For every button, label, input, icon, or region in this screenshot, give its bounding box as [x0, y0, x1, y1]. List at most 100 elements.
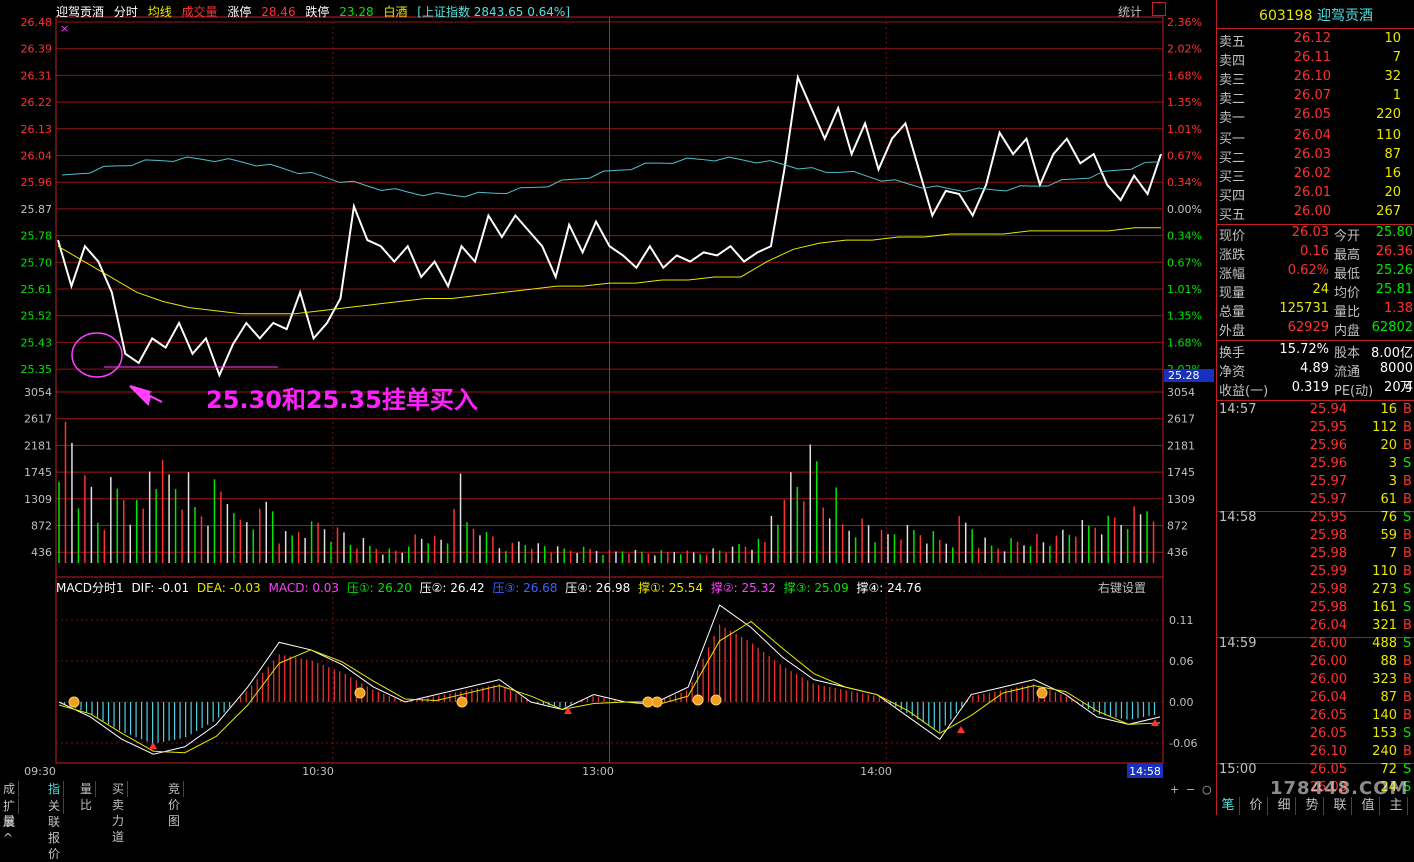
sell-volume: 10	[1384, 31, 1401, 46]
volume-tick-label: 872	[1167, 520, 1188, 533]
panel-tab-6[interactable]: 值	[1357, 797, 1380, 815]
tick-row[interactable]: 26.05 140 B	[1217, 708, 1414, 726]
tick-volume: 112	[1372, 420, 1397, 435]
close-icon[interactable]	[1152, 2, 1166, 16]
avg-line-label: 均线	[147, 5, 172, 19]
quote-row: 现量 24 均价 25.81	[1217, 282, 1414, 301]
tick-side: B	[1403, 708, 1412, 723]
panel-tab-5[interactable]: 联	[1329, 797, 1352, 815]
tick-row[interactable]: 25.98 161 S	[1217, 600, 1414, 618]
panel-tab-7[interactable]: 主	[1385, 797, 1408, 815]
panel-tab-4[interactable]: 势	[1301, 797, 1324, 815]
tick-side: B	[1403, 438, 1412, 453]
tick-row[interactable]: 25.99 110 B	[1217, 564, 1414, 582]
info-value: 8.00亿	[1371, 346, 1413, 361]
tick-row[interactable]: 26.05 153 S	[1217, 726, 1414, 744]
macd-ya4: 压④: 26.98	[565, 581, 631, 595]
annotation-arrow-icon	[129, 385, 163, 406]
tick-volume: 240	[1372, 744, 1397, 759]
tick-row[interactable]: 25.96 3 S	[1217, 456, 1414, 474]
info-row: 净资 4.89 流通 8000万	[1217, 361, 1414, 395]
volume-tick-label: 1309	[24, 493, 52, 506]
quote-value: 24	[1312, 282, 1329, 297]
tick-row[interactable]: 25.98 7 B	[1217, 546, 1414, 564]
tick-side: S	[1403, 726, 1412, 741]
tick-row[interactable]: 26.10 240 B	[1217, 744, 1414, 762]
tick-row[interactable]: 26.00 88 B	[1217, 654, 1414, 672]
intraday-chart[interactable]: 26.48 2.36% 26.39 2.02% 26.31 1.68% 26.22 1.35%…	[0, 0, 1216, 780]
tick-row[interactable]: 25.97 3 B	[1217, 474, 1414, 492]
volume-tick-label: 1309	[1167, 493, 1195, 506]
tick-row[interactable]: 25.97 61 B	[1217, 492, 1414, 510]
buy-level-4[interactable]: 买四 26.01 20	[1217, 185, 1414, 204]
tab-indicator[interactable]: 指标	[45, 781, 65, 812]
sell-level-3[interactable]: 卖三 26.10 32	[1217, 69, 1414, 88]
tab-auction[interactable]: 竞价图	[165, 781, 185, 828]
tick-row[interactable]: 26.00 323 B	[1217, 672, 1414, 690]
tick-volume: 61	[1380, 492, 1397, 507]
tick-volume: 76	[1380, 510, 1397, 525]
info-label: 流通	[1334, 365, 1361, 380]
buy-price: 26.03	[1293, 147, 1331, 162]
tick-row[interactable]: 25.95 112 B	[1217, 420, 1414, 438]
quote-label: 涨幅	[1219, 267, 1246, 282]
volume-tick-label: 2181	[1167, 439, 1195, 452]
stock-name: 迎驾贡酒	[56, 5, 105, 19]
tick-row[interactable]: 14:57 25.94 16 B	[1217, 402, 1414, 420]
tick-time: 14:57	[1219, 402, 1257, 417]
tab-related-quote[interactable]: 关联报价	[45, 798, 65, 861]
tick-row[interactable]: 14:58 25.95 76 S	[1217, 510, 1414, 528]
panel-stock-name: 迎驾贡酒	[1316, 8, 1373, 24]
buy-level-2[interactable]: 买二 26.03 87	[1217, 147, 1414, 166]
info-row: 换手 15.72% 股本 8.00亿	[1217, 342, 1414, 361]
pct-tick-label: 1.01%	[1167, 123, 1202, 136]
tick-time: 15:00	[1219, 762, 1257, 777]
tick-row[interactable]: 26.04 87 B	[1217, 690, 1414, 708]
tick-side: B	[1403, 618, 1412, 633]
chart-area[interactable]: 26.48 2.36% 26.39 2.02% 26.31 1.68% 26.22 1.35%…	[0, 0, 1216, 780]
tick-row[interactable]: 14:59 26.00 488 S	[1217, 636, 1414, 654]
buy-price: 26.01	[1293, 185, 1331, 200]
sell-level-2[interactable]: 卖四 26.11 7	[1217, 50, 1414, 69]
sell-level-4[interactable]: 卖二 26.07 1	[1217, 88, 1414, 107]
tick-row[interactable]: 26.04 321 B	[1217, 618, 1414, 636]
tab-expand[interactable]: 扩展^	[0, 798, 20, 845]
tick-row[interactable]: 25.98 273 S	[1217, 582, 1414, 600]
pct-tick-label: 0.00%	[1167, 203, 1202, 216]
sell-level-1[interactable]: 卖五 26.12 10	[1217, 31, 1414, 50]
volume-tick-label: 1745	[1167, 466, 1195, 479]
panel-tab-3[interactable]: 细	[1273, 797, 1296, 815]
tick-row[interactable]: 25.98 59 B	[1217, 528, 1414, 546]
sell-price: 26.12	[1293, 31, 1331, 46]
buy-level-3[interactable]: 买三 26.02 16	[1217, 166, 1414, 185]
tick-row[interactable]: 25.96 20 B	[1217, 438, 1414, 456]
zoom-in-icon[interactable]: +	[1170, 783, 1179, 796]
buy-level-1[interactable]: 买一 26.04 110	[1217, 128, 1414, 147]
right-click-settings[interactable]: 右键设置	[1098, 579, 1146, 596]
macd-name[interactable]: MACD分时1	[56, 581, 124, 595]
zoom-out-icon[interactable]: −	[1186, 783, 1195, 796]
sector-label[interactable]: 白酒	[383, 5, 407, 19]
volume-tick-label: 436	[31, 546, 52, 559]
quote-label: 现量	[1219, 286, 1246, 301]
close-mark-icon[interactable]: ×	[60, 22, 69, 35]
tab-buy-sell-power[interactable]: 买卖力道	[109, 781, 129, 844]
stats-button[interactable]: 统计	[1118, 3, 1142, 20]
quote-value: 25.80	[1375, 225, 1413, 240]
panel-tab-1[interactable]: 笔	[1217, 797, 1240, 815]
tick-side: B	[1403, 492, 1412, 507]
tick-side: S	[1403, 510, 1412, 525]
sell-label: 卖二	[1219, 92, 1246, 107]
panel-tab-2[interactable]: 价	[1245, 797, 1268, 815]
tick-side: S	[1403, 636, 1412, 651]
sell-level-5[interactable]: 卖一 26.05 220	[1217, 107, 1414, 126]
tick-volume: 140	[1372, 708, 1397, 723]
tab-volume[interactable]: 成交量	[0, 781, 20, 828]
info-label: 净资	[1219, 365, 1246, 380]
volume-tick-label: 2617	[24, 413, 52, 426]
buy-level-5[interactable]: 买五 26.00 267	[1217, 204, 1414, 223]
zoom-reset-icon[interactable]: ○	[1202, 783, 1212, 796]
sell-label: 卖一	[1219, 111, 1246, 126]
price-tick-label: 25.43	[21, 336, 53, 349]
tab-volume-ratio[interactable]: 量比	[77, 781, 97, 812]
